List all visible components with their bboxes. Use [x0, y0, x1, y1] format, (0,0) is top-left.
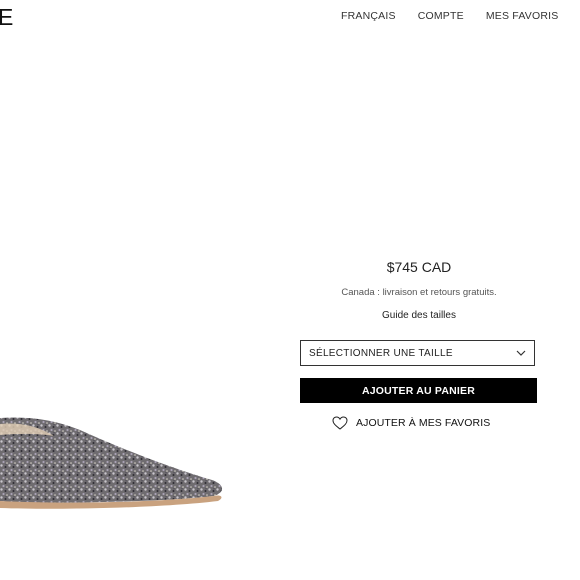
add-to-cart-button[interactable]: AJOUTER AU PANIER [300, 378, 537, 403]
size-guide-link[interactable]: Guide des tailles [300, 310, 538, 321]
add-to-favorites-label: AJOUTER À MES FAVORIS [356, 417, 491, 429]
top-nav: FRANÇAIS COMPTE MES FAVORIS PA [341, 10, 580, 22]
nav-item-favorites[interactable]: MES FAVORIS [486, 10, 559, 22]
brand-logo[interactable]: E [0, 4, 14, 31]
nav-item-account[interactable]: COMPTE [418, 10, 464, 22]
nav-item-language[interactable]: FRANÇAIS [341, 10, 396, 22]
heart-icon [332, 416, 348, 430]
size-select[interactable]: SÉLECTIONNER UNE TAILLE [300, 340, 535, 366]
add-to-favorites-button[interactable]: AJOUTER À MES FAVORIS [332, 416, 490, 430]
size-select-label: SÉLECTIONNER UNE TAILLE [309, 347, 453, 359]
shipping-note: Canada : livraison et retours gratuits. [341, 287, 497, 298]
product-image [0, 417, 223, 509]
product-price: $745 CAD [386, 259, 452, 275]
chevron-down-icon [516, 350, 526, 356]
